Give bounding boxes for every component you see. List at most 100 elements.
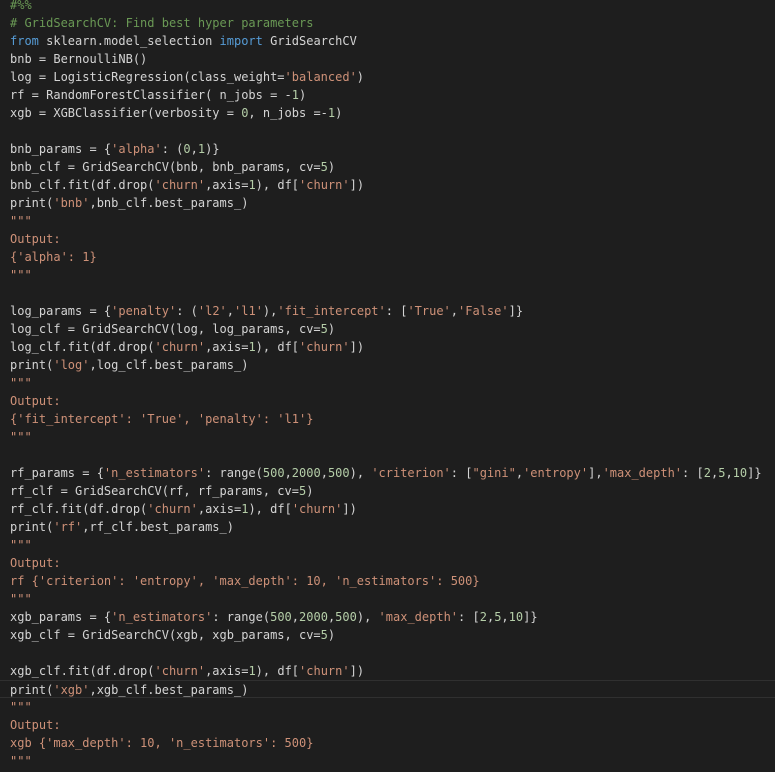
code-line[interactable]: log_clf.fit(df.drop('churn',axis=1), df[… (0, 338, 775, 356)
code-token: """ (10, 376, 32, 390)
code-token: 'log' (53, 358, 90, 372)
code-token: , n_jobs =- (248, 106, 328, 120)
code-token: 'churn' (154, 340, 206, 354)
code-token: 'False' (458, 304, 509, 318)
code-token: : range( (212, 610, 271, 624)
code-line[interactable]: """ (0, 752, 775, 770)
code-token: bnb = BernoulliNB() (10, 52, 148, 66)
code-line[interactable]: ​ (0, 446, 775, 464)
code-token: bnb_clf = GridSearchCV(bnb, bnb_params, … (10, 160, 321, 174)
code-token: from (10, 34, 39, 48)
code-line[interactable]: bnb_clf.fit(df.drop('churn',axis=1), df[… (0, 176, 775, 194)
code-token: , (501, 610, 509, 624)
code-token: """ (10, 268, 32, 282)
code-token: print( (10, 196, 54, 210)
code-line[interactable]: """ (0, 212, 775, 230)
code-token: 'l1' (234, 304, 263, 318)
code-line[interactable]: Output: (0, 392, 775, 410)
code-line[interactable]: from sklearn.model_selection import Grid… (0, 32, 775, 50)
code-token: 10 (508, 610, 524, 624)
code-token: {'fit_intercept': 'True', 'penalty': 'l1… (10, 412, 314, 426)
code-token: """ (10, 538, 32, 552)
code-token: 'churn' (154, 664, 206, 678)
code-line[interactable]: rf_clf.fit(df.drop('churn',axis=1), df['… (0, 500, 775, 518)
code-line[interactable]: bnb = BernoulliNB() (0, 50, 775, 68)
code-line[interactable]: {'alpha': 1} (0, 248, 775, 266)
code-line[interactable]: xgb_params = {'n_estimators': range(500,… (0, 608, 775, 626)
code-token: # GridSearchCV: Find best hyper paramete… (10, 16, 314, 30)
code-token: 'entropy' (523, 466, 589, 480)
code-token: 'bnb' (53, 196, 90, 210)
code-line[interactable]: """ (0, 428, 775, 446)
code-token: : range( (205, 466, 263, 480)
code-line[interactable]: log_clf = GridSearchCV(log, log_params, … (0, 320, 775, 338)
code-line[interactable]: xgb_clf.fit(df.drop('churn',axis=1), df[… (0, 662, 775, 680)
code-token: """ (10, 700, 32, 714)
code-line[interactable]: """ (0, 374, 775, 392)
code-line[interactable]: xgb {'max_depth': 10, 'n_estimators': 50… (0, 734, 775, 752)
code-line[interactable]: """ (0, 590, 775, 608)
code-token: Output: (10, 556, 61, 570)
code-token: 'max_depth' (602, 466, 683, 480)
code-token: GridSearchCV (262, 34, 357, 48)
code-line[interactable]: bnb_params = {'alpha': (0,1)} (0, 140, 775, 158)
code-line[interactable]: rf_params = {'n_estimators': range(500,2… (0, 464, 775, 482)
code-token: )} (205, 142, 220, 156)
code-token: 'n_estimators' (111, 610, 213, 624)
code-token: 'penalty' (111, 304, 177, 318)
code-token: 500 (327, 466, 350, 480)
code-line[interactable]: xgb = XGBClassifier(verbosity = 0, n_job… (0, 104, 775, 122)
code-token: 10 (732, 466, 748, 480)
code-token: ) (327, 628, 336, 642)
code-line[interactable]: """ (0, 266, 775, 284)
code-token: ]) (342, 502, 357, 516)
code-editor[interactable]: #%% # GridSearchCV: Find best hyper param… (0, 0, 775, 772)
code-line[interactable]: log = LogisticRegression(class_weight='b… (0, 68, 775, 86)
code-token: ) (335, 106, 343, 120)
code-token: ,axis= (197, 502, 242, 516)
code-line[interactable]: Output: (0, 716, 775, 734)
code-line[interactable]: rf_clf = GridSearchCV(rf, rf_params, cv=… (0, 482, 775, 500)
code-token: rf_params = { (10, 466, 104, 480)
code-line[interactable]: print('xgb',xgb_clf.best_params_) (0, 680, 775, 698)
code-token: xgb = XGBClassifier(verbosity = (10, 106, 242, 120)
code-line[interactable]: print('bnb',bnb_clf.best_params_) (0, 194, 775, 212)
code-token: ,bnb_clf.best_params_) (89, 196, 249, 210)
code-line[interactable]: print('rf',rf_clf.best_params_) (0, 518, 775, 536)
code-token: : [ (458, 610, 480, 624)
code-token: ]) (349, 340, 365, 354)
code-line[interactable]: """ (0, 536, 775, 554)
code-token: 'max_depth' (378, 610, 459, 624)
code-line[interactable]: #%% (0, 0, 775, 14)
code-line[interactable]: Output: (0, 230, 775, 248)
code-line[interactable]: Output: (0, 554, 775, 572)
code-token: 5 (320, 160, 328, 174)
code-token: """ (10, 754, 32, 768)
code-line[interactable]: # GridSearchCV: Find best hyper paramete… (0, 14, 775, 32)
code-line[interactable]: ​ (0, 122, 775, 140)
code-token: import (219, 34, 263, 48)
code-token: 'True' (407, 304, 451, 318)
code-line[interactable]: print('log',log_clf.best_params_) (0, 356, 775, 374)
code-token: : [ (682, 466, 704, 480)
code-line[interactable]: ​ (0, 284, 775, 302)
code-token: print( (10, 520, 54, 534)
code-line[interactable]: log_params = {'penalty': ('l2','l1'),'fi… (0, 302, 775, 320)
code-line[interactable]: rf = RandomForestClassifier( n_jobs = -1… (0, 86, 775, 104)
code-line[interactable]: bnb_clf = GridSearchCV(bnb, bnb_params, … (0, 158, 775, 176)
code-token: 'balanced' (284, 70, 357, 84)
code-line[interactable]: {'fit_intercept': 'True', 'penalty': 'l1… (0, 410, 775, 428)
code-token: 5 (320, 322, 328, 336)
code-line[interactable]: rf {'criterion': 'entropy', 'max_depth':… (0, 572, 775, 590)
code-token: 0 (183, 142, 191, 156)
code-token: Output: (10, 232, 61, 246)
code-line[interactable]: """ (0, 698, 775, 716)
code-line[interactable]: ​ (0, 644, 775, 662)
code-token: """ (10, 592, 32, 606)
code-line[interactable]: xgb_clf = GridSearchCV(xgb, xgb_params, … (0, 626, 775, 644)
code-token: bnb_clf.fit(df.drop( (10, 178, 155, 192)
code-token: rf = RandomForestClassifier( n_jobs = - (10, 88, 292, 102)
code-token: ,axis= (205, 178, 249, 192)
code-token: print( (10, 683, 54, 697)
code-token: ]} (523, 610, 538, 624)
